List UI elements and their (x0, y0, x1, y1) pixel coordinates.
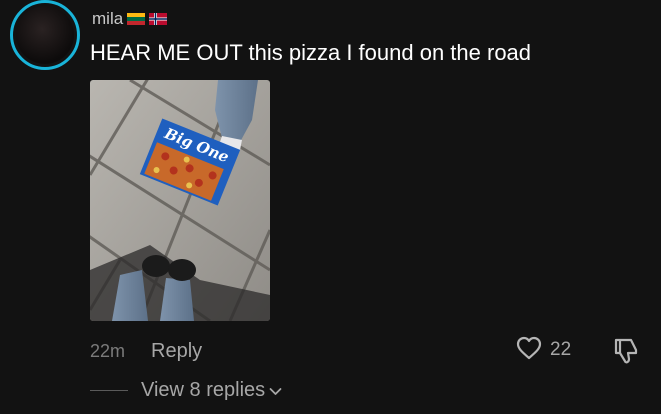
lithuania-flag-icon (127, 13, 146, 25)
view-replies-label: View 8 replies (141, 378, 266, 401)
dislike-button[interactable] (611, 336, 641, 366)
thumbs-down-icon (611, 338, 641, 370)
username[interactable]: mila (92, 9, 123, 29)
reply-button[interactable]: Reply (151, 340, 202, 363)
timestamp: 22m (90, 340, 126, 361)
replies-toggle-row: View 8 replies (90, 377, 282, 403)
comment-header: mila (92, 9, 168, 29)
norway-flag-icon (149, 13, 168, 25)
like-button[interactable]: 22 (516, 336, 571, 364)
avatar-image (16, 6, 74, 64)
like-count: 22 (550, 339, 572, 360)
comment-text: HEAR ME OUT this pizza I found on the ro… (90, 40, 532, 65)
thread-divider (90, 389, 128, 391)
comment-photo[interactable]: Big One (90, 80, 270, 321)
comment-item: mila HEAR ME OUT this pizza I found on t… (0, 0, 661, 414)
comment-meta: 22m Reply (90, 338, 202, 364)
heart-icon (516, 336, 542, 365)
avatar[interactable] (10, 0, 80, 70)
view-replies-button[interactable]: View 8 replies (141, 379, 282, 402)
chevron-down-icon (269, 379, 282, 402)
